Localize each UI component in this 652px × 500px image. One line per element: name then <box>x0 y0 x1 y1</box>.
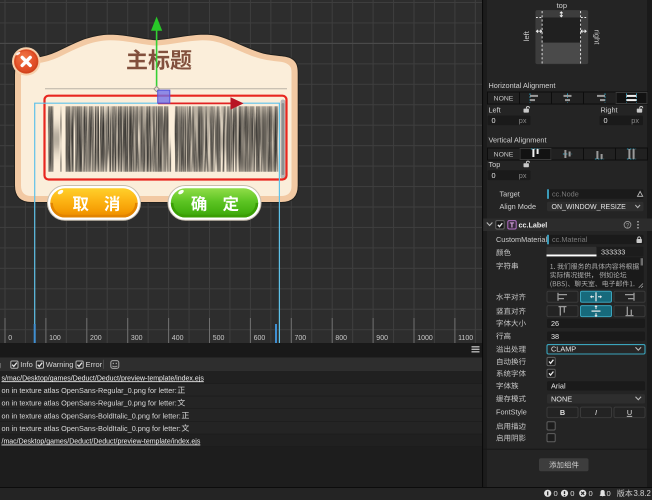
svg-text:Align Mode: Align Mode <box>500 202 537 211</box>
svg-text:Right: Right <box>601 106 618 115</box>
svg-text:400: 400 <box>172 335 184 342</box>
svg-text:0: 0 <box>607 489 611 498</box>
svg-text:cc.Label: cc.Label <box>519 220 548 229</box>
svg-text:px: px <box>519 116 527 125</box>
svg-text:Horizontal Alignment: Horizontal Alignment <box>489 81 556 90</box>
svg-text:0: 0 <box>589 489 593 498</box>
svg-text:0: 0 <box>492 116 496 125</box>
svg-text:500: 500 <box>213 335 225 342</box>
svg-text:0: 0 <box>8 335 12 342</box>
svg-text:Target: Target <box>500 190 520 199</box>
svg-text:NONE: NONE <box>551 394 572 403</box>
svg-text:0: 0 <box>604 116 608 125</box>
svg-text:px: px <box>631 116 639 125</box>
svg-text:0: 0 <box>554 489 558 498</box>
svg-text:200: 200 <box>90 335 102 342</box>
svg-text:on in texture atlas OpenSans-B: on in texture atlas OpenSans-BoldItalic_… <box>2 424 181 433</box>
svg-text:CLAMP: CLAMP <box>551 345 576 354</box>
svg-text:Info: Info <box>20 360 33 369</box>
svg-text:100: 100 <box>49 335 61 342</box>
svg-text:26: 26 <box>551 319 559 328</box>
svg-text:cc.Material: cc.Material <box>552 235 588 244</box>
svg-text:on in texture atlas OpenSans-R: on in texture atlas OpenSans-Regular_0.p… <box>2 386 177 395</box>
svg-text:700: 700 <box>295 335 307 342</box>
svg-text:I: I <box>595 408 597 417</box>
svg-text:left: left <box>522 30 531 41</box>
svg-text:right: right <box>593 30 602 46</box>
svg-text:Left: Left <box>489 106 501 115</box>
svg-text:NONE: NONE <box>494 95 514 102</box>
svg-text:0: 0 <box>570 489 574 498</box>
svg-text:px: px <box>519 171 527 180</box>
svg-text:Arial: Arial <box>551 382 566 391</box>
svg-text:Error: Error <box>86 360 103 369</box>
svg-text:/mac/Desktop/games/Deduct/Dedu: /mac/Desktop/games/Deduct/Deduct/preview… <box>2 439 201 446</box>
svg-text:B: B <box>560 408 565 417</box>
svg-text:T: T <box>510 221 515 230</box>
svg-text:U: U <box>627 408 632 417</box>
svg-text:NONE: NONE <box>494 151 514 158</box>
svg-text:on in texture atlas OpenSans-B: on in texture atlas OpenSans-BoldItalic_… <box>2 411 181 420</box>
svg-text:Warning: Warning <box>46 360 74 369</box>
svg-text:CustomMaterial: CustomMaterial <box>496 235 547 244</box>
svg-text:on in texture atlas OpenSans-R: on in texture atlas OpenSans-Regular_0.p… <box>2 399 177 408</box>
svg-text:900: 900 <box>376 335 388 342</box>
svg-text:1100: 1100 <box>458 335 473 342</box>
svg-text:0: 0 <box>492 171 496 180</box>
svg-text:cc.Node: cc.Node <box>552 190 579 199</box>
svg-text:top: top <box>557 1 567 10</box>
svg-text:g: g <box>0 361 1 370</box>
svg-text:3.8.2: 3.8.2 <box>634 489 651 498</box>
svg-text:600: 600 <box>254 335 266 342</box>
svg-text:333333: 333333 <box>601 247 625 256</box>
svg-text:FontStyle: FontStyle <box>496 408 527 417</box>
svg-text:Top: Top <box>489 160 501 169</box>
svg-text:1000: 1000 <box>417 335 433 342</box>
svg-text:800: 800 <box>335 335 347 342</box>
svg-text:Vertical Alignment: Vertical Alignment <box>489 135 547 144</box>
svg-text:300: 300 <box>131 335 143 342</box>
svg-text:38: 38 <box>551 332 559 341</box>
svg-text:s/mac/Desktop/games/Deduct/Ded: s/mac/Desktop/games/Deduct/Deduct/previe… <box>2 375 205 382</box>
svg-text:ON_WINDOW_RESIZE: ON_WINDOW_RESIZE <box>552 204 627 211</box>
